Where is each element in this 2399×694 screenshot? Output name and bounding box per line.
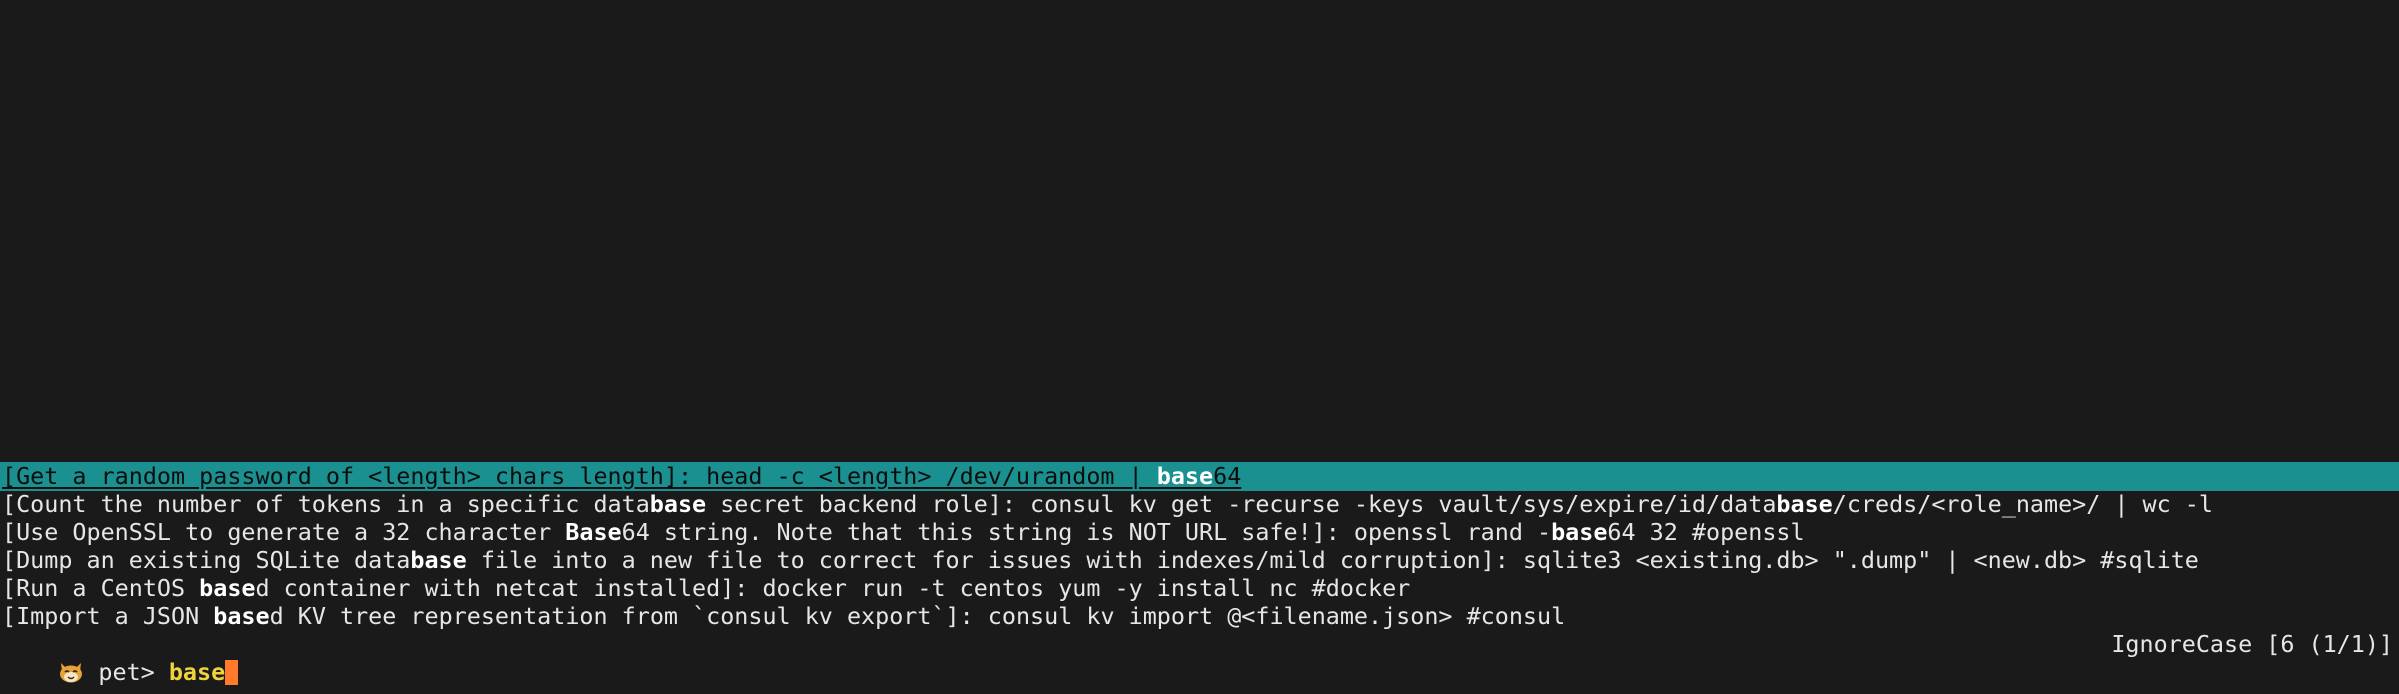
- cat-face-icon: [60, 663, 83, 683]
- text-cursor: [225, 660, 239, 685]
- result-text: 64: [1213, 462, 1242, 490]
- match-highlight: base: [213, 602, 270, 630]
- result-text: [Get a random password of <length> chars…: [2, 462, 1157, 490]
- match-highlight: base: [410, 546, 467, 574]
- match-highlight: base: [1776, 490, 1833, 518]
- result-text: [Count the number of tokens in a specifi…: [2, 490, 650, 518]
- result-text: [Import a JSON: [2, 602, 214, 630]
- result-text: [Run a CentOS: [2, 574, 200, 602]
- results-list: [Get a random password of <length> chars…: [0, 462, 2399, 630]
- result-text: d KV tree representation from `consul kv…: [269, 602, 1566, 630]
- result-text: [Use OpenSSL to generate a 32 character: [2, 518, 566, 546]
- match-highlight: base: [199, 574, 256, 602]
- prompt-label: pet>: [84, 658, 169, 686]
- status-indicator: IgnoreCase [6 (1/1)]: [2111, 630, 2393, 658]
- result-text: 64 string. Note that this string is NOT …: [621, 518, 1552, 546]
- result-row[interactable]: [Run a CentOS based container with netca…: [0, 574, 2399, 602]
- terminal-window: [Get a random password of <length> chars…: [0, 0, 2399, 694]
- match-highlight: Base: [565, 518, 622, 546]
- result-text: /creds/<role_name>/ | wc -l: [1832, 490, 2213, 518]
- result-text: d container with netcat installed]: dock…: [255, 574, 1411, 602]
- result-text: [Dump an existing SQLite data: [2, 546, 411, 574]
- result-text: file into a new file to correct for issu…: [466, 546, 2199, 574]
- match-highlight: base: [1551, 518, 1608, 546]
- result-row[interactable]: [Import a JSON based KV tree representat…: [0, 602, 2399, 630]
- result-row[interactable]: [Get a random password of <length> chars…: [0, 462, 2399, 490]
- result-row[interactable]: [Count the number of tokens in a specifi…: [0, 490, 2399, 518]
- selection-underline: [0, 489, 2399, 491]
- prompt-line[interactable]: pet> base IgnoreCase [6 (1/1)]: [0, 630, 2399, 686]
- result-row[interactable]: [Use OpenSSL to generate a 32 character …: [0, 518, 2399, 546]
- result-text: 64 32 #openssl: [1607, 518, 1805, 546]
- match-highlight: base: [649, 490, 707, 518]
- search-query[interactable]: base: [169, 658, 225, 686]
- result-text: secret backend role]: consul kv get -rec…: [706, 490, 1777, 518]
- match-highlight: base: [1156, 462, 1214, 490]
- result-row[interactable]: [Dump an existing SQLite database file i…: [0, 546, 2399, 574]
